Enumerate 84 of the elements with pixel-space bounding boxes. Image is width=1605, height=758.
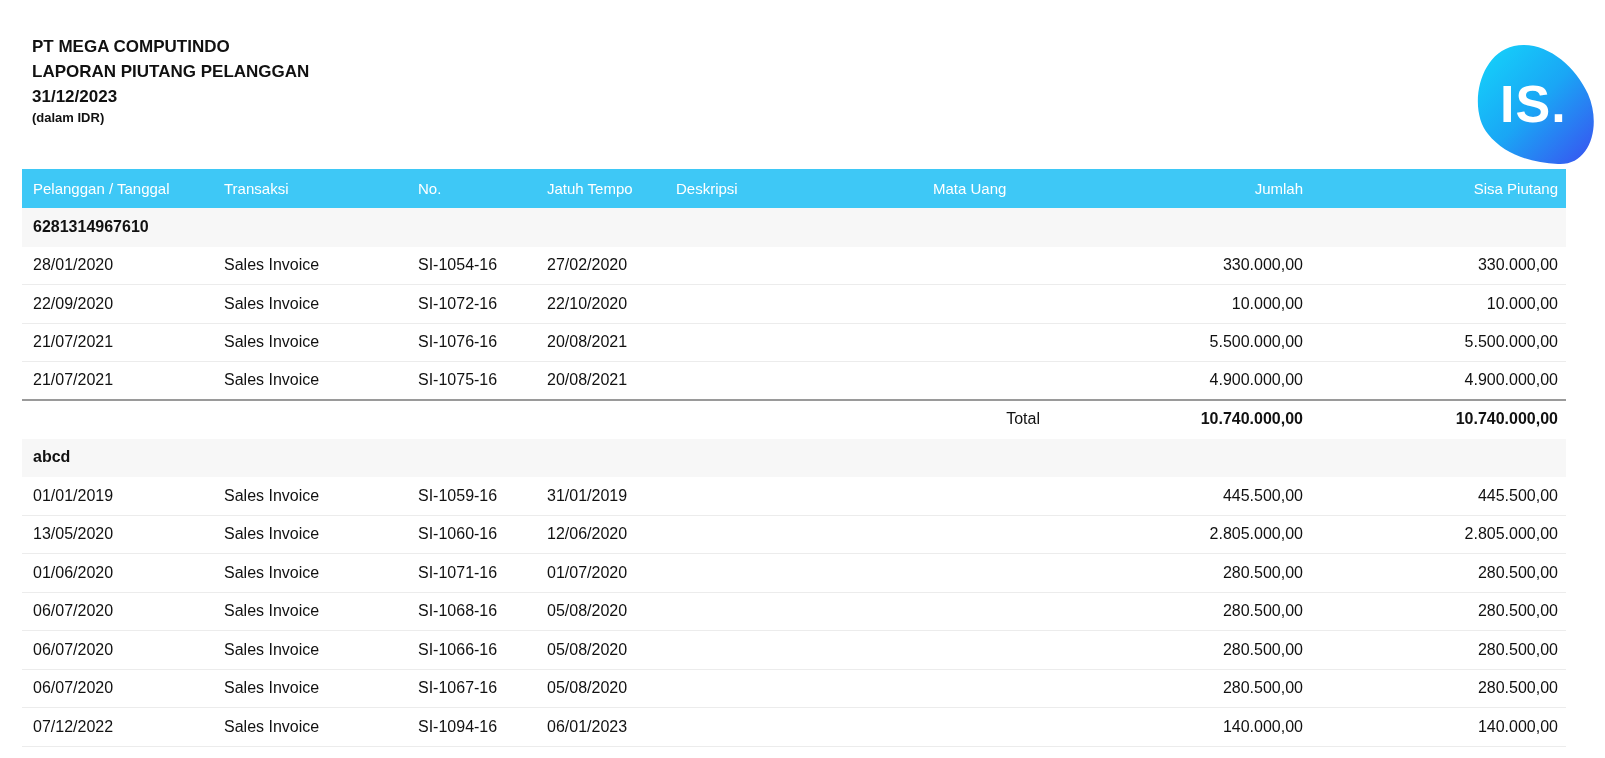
table-cell-text: Sales Invoice <box>223 563 321 582</box>
currency-note: (dalam IDR) <box>32 109 106 127</box>
table-cell-text: SI-1066-16 <box>417 640 499 659</box>
table-cell-text: 280.500,00 <box>1476 602 1559 621</box>
table-cell-text: 4.900.000,00 <box>1208 371 1304 390</box>
table-cell-text: SI-1076-16 <box>417 333 499 352</box>
table-cell-text: Sales Invoice <box>223 371 321 390</box>
table-cell-text: 07/12/2022 <box>32 717 115 736</box>
table-cell-text: SI-1059-16 <box>417 486 499 505</box>
report-date: 31/12/2023 <box>32 86 119 108</box>
table-cell-text: 280.500,00 <box>1476 563 1559 582</box>
table-cell-text: 280.500,00 <box>1476 640 1559 659</box>
table-cell-text: 01/01/2019 <box>32 486 115 505</box>
table-cell-text: 20/08/2021 <box>546 333 629 352</box>
table-cell-text: 5.500.000,00 <box>1208 333 1304 352</box>
company-name: PT MEGA COMPUTINDO <box>32 36 231 58</box>
table-cell-text: 330.000,00 <box>1476 256 1559 275</box>
table-cell-text: SI-1067-16 <box>417 679 499 698</box>
logo-text: IS. <box>1500 74 1567 134</box>
table-cell-text: 140.000,00 <box>1476 717 1559 736</box>
table-cell-text: SI-1060-16 <box>417 525 499 544</box>
table-cell-text: 06/07/2020 <box>32 602 115 621</box>
table-cell-text: Sales Invoice <box>223 525 321 544</box>
table-cell-text: 280.500,00 <box>1221 602 1304 621</box>
table-cell-text: 12/06/2020 <box>546 525 629 544</box>
table-cell-text: 21/07/2021 <box>32 333 115 352</box>
table-cell-text: 20/08/2021 <box>546 371 629 390</box>
table-cell-text: SI-1075-16 <box>417 371 499 390</box>
table-cell-text: 280.500,00 <box>1221 563 1304 582</box>
table-cell-text: 2.805.000,00 <box>1463 525 1559 544</box>
column-header: Deskripsi <box>675 179 739 197</box>
table-cell-text: 31/01/2019 <box>546 486 629 505</box>
table-cell-text: 4.900.000,00 <box>1463 371 1559 390</box>
total-amount: 10.740.000,00 <box>1199 410 1304 428</box>
table-cell-text: Sales Invoice <box>223 640 321 659</box>
report-title: LAPORAN PIUTANG PELANGGAN <box>32 61 310 83</box>
column-header: Jatuh Tempo <box>546 179 634 197</box>
table-cell-text: 10.000,00 <box>1230 294 1304 313</box>
table-cell-text: 01/06/2020 <box>32 563 115 582</box>
table-cell-text: Sales Invoice <box>223 333 321 352</box>
table-cell-text: 22/10/2020 <box>546 294 629 313</box>
table-cell-text: 13/05/2020 <box>32 525 115 544</box>
table-cell-text: 28/01/2020 <box>32 256 115 275</box>
table-cell-text: Sales Invoice <box>223 486 321 505</box>
column-header: No. <box>417 179 443 197</box>
table-cell-text: SI-1068-16 <box>417 602 499 621</box>
table-cell-text: 445.500,00 <box>1476 486 1559 505</box>
table-cell-text: 330.000,00 <box>1221 256 1304 275</box>
table-cell-text: SI-1072-16 <box>417 294 499 313</box>
table-cell-text: 280.500,00 <box>1221 679 1304 698</box>
table-cell-text: SI-1071-16 <box>417 563 499 582</box>
table-cell-text: 2.805.000,00 <box>1208 525 1304 544</box>
table-cell-text: 05/08/2020 <box>546 640 629 659</box>
table-cell-text: 01/07/2020 <box>546 563 629 582</box>
table-cell-text: 445.500,00 <box>1221 486 1304 505</box>
table-cell-text: 06/01/2023 <box>546 717 629 736</box>
total-label: Total <box>1005 410 1041 428</box>
table-cell-text: 05/08/2020 <box>546 602 629 621</box>
table-cell-text: Sales Invoice <box>223 294 321 313</box>
table-cell-text: 5.500.000,00 <box>1463 333 1559 352</box>
customer-name: 6281314967610 <box>32 217 150 236</box>
column-header: Transaksi <box>223 179 290 197</box>
table-cell-text: SI-1054-16 <box>417 256 499 275</box>
column-header: Mata Uang <box>932 179 1008 197</box>
column-header: Sisa Piutang <box>1472 179 1559 197</box>
table-cell-text: 22/09/2020 <box>32 294 115 313</box>
total-balance: 10.740.000,00 <box>1454 410 1559 428</box>
table-cell-text: 06/07/2020 <box>32 679 115 698</box>
table-cell-text: Sales Invoice <box>223 679 321 698</box>
table-cell-text: 21/07/2021 <box>32 371 115 390</box>
column-header: Pelanggan / Tanggal <box>32 179 171 197</box>
table-cell-text: 280.500,00 <box>1221 640 1304 659</box>
table-cell-text: SI-1094-16 <box>417 717 499 736</box>
table-cell-text: 27/02/2020 <box>546 256 629 275</box>
customer-name: abcd <box>32 448 72 467</box>
table-cell-text: 10.000,00 <box>1485 294 1559 313</box>
column-header: Jumlah <box>1253 179 1304 197</box>
table-cell-text: 280.500,00 <box>1476 679 1559 698</box>
table-cell-text: 140.000,00 <box>1221 717 1304 736</box>
table-cell-text: Sales Invoice <box>223 717 321 736</box>
table-cell-text: 06/07/2020 <box>32 640 115 659</box>
table-cell-text: 05/08/2020 <box>546 679 629 698</box>
table-cell-text: Sales Invoice <box>223 602 321 621</box>
table-cell-text: Sales Invoice <box>223 256 321 275</box>
